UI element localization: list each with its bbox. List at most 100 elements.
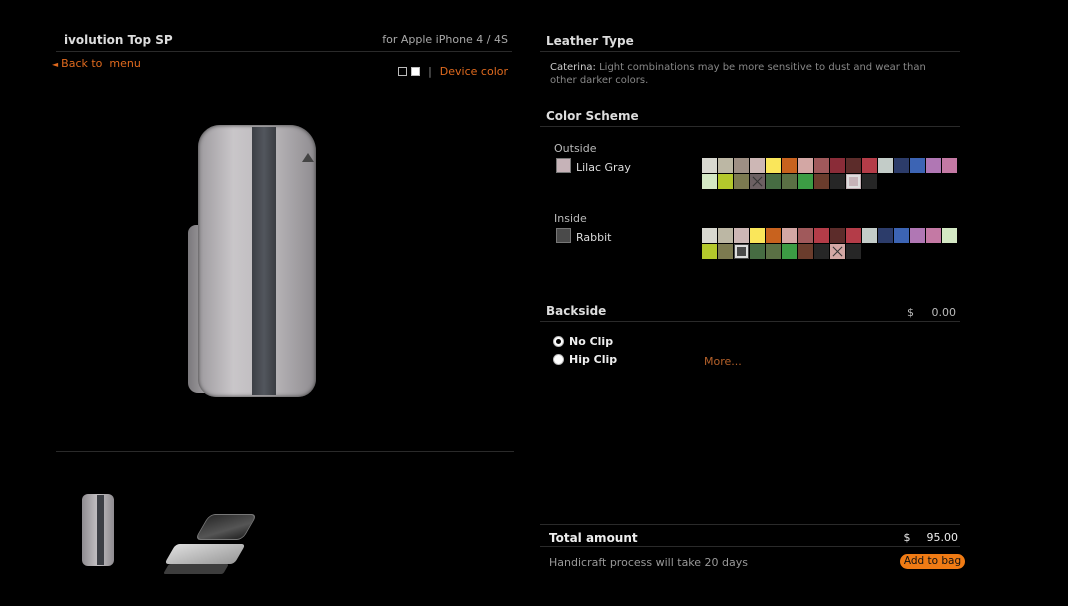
- inside-color-swatch[interactable]: [718, 244, 733, 259]
- no-clip-option[interactable]: No Clip: [553, 335, 613, 348]
- total-top-divider: [540, 524, 960, 525]
- outside-color-swatch[interactable]: [846, 174, 861, 189]
- back-arrow-icon: ◄: [52, 60, 59, 69]
- configuration-panel: Leather Type Caterina: Light combination…: [540, 0, 965, 606]
- thumbnail-open[interactable]: [162, 508, 258, 576]
- inside-color-swatch[interactable]: [798, 228, 813, 243]
- backside-price: $ 0.00: [907, 306, 956, 319]
- thumbnail-front[interactable]: [78, 492, 116, 568]
- outside-color-swatch[interactable]: [878, 158, 893, 173]
- product-title: ivolution Top SP: [64, 33, 173, 47]
- thumbnail-open-base: [164, 544, 246, 564]
- inside-color-swatch[interactable]: [782, 244, 797, 259]
- outside-color-swatch[interactable]: [750, 158, 765, 173]
- outside-color-swatch[interactable]: [846, 158, 861, 173]
- outside-color-swatch[interactable]: [782, 158, 797, 173]
- inside-color-swatch[interactable]: [894, 228, 909, 243]
- outside-color-swatch[interactable]: [814, 174, 829, 189]
- backside-heading: Backside: [546, 304, 607, 318]
- product-image: [188, 125, 322, 400]
- back-to-menu-link[interactable]: ◄ Back to menu: [52, 57, 141, 70]
- inside-color-swatch[interactable]: [750, 228, 765, 243]
- inside-label: Inside: [554, 212, 587, 225]
- inside-color-swatch[interactable]: [942, 228, 957, 243]
- inside-color-swatch[interactable]: [814, 244, 829, 259]
- product-preview-panel: ivolution Top SP for Apple iPhone 4 / 4S…: [0, 0, 530, 606]
- outside-color-swatch[interactable]: [926, 158, 941, 173]
- inside-color-swatch[interactable]: [798, 244, 813, 259]
- outside-color-swatch[interactable]: [782, 174, 797, 189]
- inside-color-swatch[interactable]: [702, 244, 717, 259]
- color-scheme-heading: Color Scheme: [546, 109, 639, 123]
- inside-color-swatch[interactable]: [830, 244, 845, 259]
- inside-color-swatch[interactable]: [846, 244, 861, 259]
- back-link-label: Back to menu: [61, 57, 141, 70]
- inside-color-swatch[interactable]: [926, 228, 941, 243]
- hip-clip-option[interactable]: Hip Clip: [553, 353, 617, 366]
- outside-color-swatch[interactable]: [942, 158, 957, 173]
- thumbnail-open-lid: [194, 514, 258, 540]
- inside-color-swatch[interactable]: [766, 244, 781, 259]
- backside-header: Backside $ 0.00: [540, 300, 960, 322]
- hip-clip-label: Hip Clip: [569, 353, 618, 366]
- device-color-white-option[interactable]: [411, 67, 421, 76]
- outside-color-swatch[interactable]: [718, 174, 733, 189]
- no-clip-radio[interactable]: [553, 336, 564, 347]
- inside-color-swatch[interactable]: [862, 228, 877, 243]
- outside-color-swatch[interactable]: [702, 158, 717, 173]
- outside-color-swatch[interactable]: [766, 158, 781, 173]
- outside-color-swatch[interactable]: [718, 158, 733, 173]
- thumbnail-front-stripe: [97, 495, 104, 565]
- inside-color-swatch[interactable]: [910, 228, 925, 243]
- total-bottom-divider: [540, 546, 960, 547]
- outside-color-swatch[interactable]: [798, 174, 813, 189]
- outside-color-swatch[interactable]: [830, 158, 845, 173]
- backside-currency: $: [907, 306, 915, 319]
- inside-color-swatch[interactable]: [766, 228, 781, 243]
- outside-color-swatch[interactable]: [734, 158, 749, 173]
- add-to-bag-button[interactable]: Add to bag: [900, 554, 965, 569]
- outside-color-swatch[interactable]: [862, 174, 877, 189]
- outside-color-swatch[interactable]: [894, 158, 909, 173]
- outside-color-swatch[interactable]: [862, 158, 877, 173]
- outside-color-swatch[interactable]: [814, 158, 829, 173]
- inside-color-swatch[interactable]: [846, 228, 861, 243]
- leather-name: Caterina:: [550, 62, 596, 73]
- outside-selected-name: Lilac Gray: [576, 161, 631, 174]
- inside-selected-name: Rabbit: [576, 231, 612, 244]
- total-amount: 95.00: [926, 531, 959, 544]
- inside-color-swatch[interactable]: [702, 228, 717, 243]
- inside-color-swatch[interactable]: [750, 244, 765, 259]
- backside-price-value: 0.00: [931, 306, 957, 319]
- device-color-selector: | Device color: [398, 65, 508, 78]
- inside-color-swatch[interactable]: [734, 228, 749, 243]
- outside-color-swatch[interactable]: [734, 174, 749, 189]
- outside-color-swatch[interactable]: [798, 158, 813, 173]
- inside-color-swatch[interactable]: [830, 228, 845, 243]
- hip-clip-radio[interactable]: [553, 354, 564, 365]
- inside-color-swatch[interactable]: [718, 228, 733, 243]
- more-link[interactable]: More...: [704, 355, 742, 368]
- outside-color-swatch[interactable]: [766, 174, 781, 189]
- device-color-separator: |: [428, 65, 432, 78]
- inside-color-swatch[interactable]: [814, 228, 829, 243]
- outside-color-swatch[interactable]: [702, 174, 717, 189]
- inside-color-swatch[interactable]: [878, 228, 893, 243]
- handicraft-note: Handicraft process will take 20 days: [549, 556, 749, 569]
- outside-color-swatch[interactable]: [830, 174, 845, 189]
- thumbnail-open-shadow: [163, 564, 229, 574]
- inside-color-palette: [702, 228, 958, 259]
- outside-selected-swatch: [556, 158, 571, 173]
- inside-color-swatch[interactable]: [734, 244, 749, 259]
- outside-color-swatch[interactable]: [910, 158, 925, 173]
- case-stripe: [252, 127, 276, 395]
- total-currency: $: [903, 531, 911, 544]
- device-color-black-option[interactable]: [398, 67, 408, 76]
- total-amount-label: Total amount: [549, 531, 638, 545]
- device-color-label[interactable]: Device color: [440, 65, 508, 78]
- inside-color-swatch[interactable]: [782, 228, 797, 243]
- outside-color-swatch[interactable]: [750, 174, 765, 189]
- vaja-logo-icon: [302, 153, 314, 162]
- product-title-row: ivolution Top SP for Apple iPhone 4 / 4S: [56, 30, 512, 52]
- leather-type-heading: Leather Type: [546, 34, 634, 48]
